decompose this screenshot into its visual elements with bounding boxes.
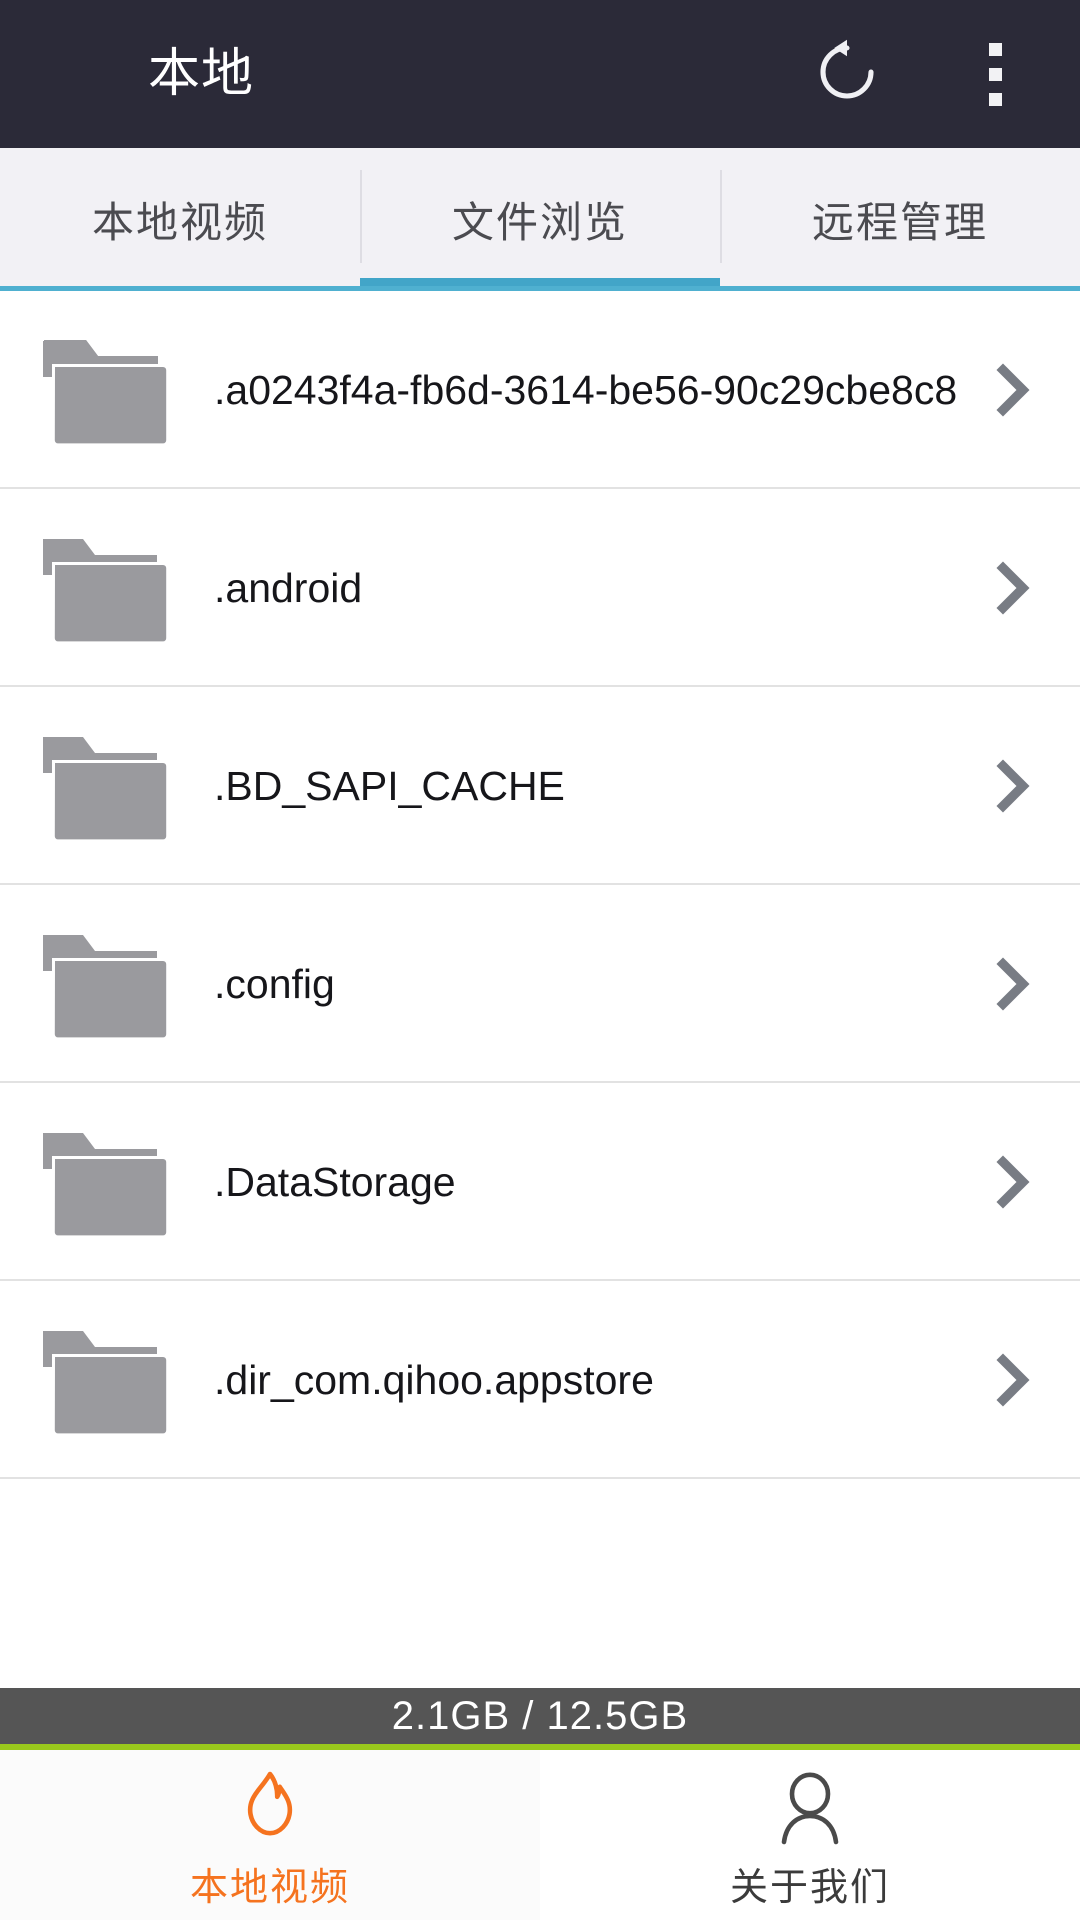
tab-label: 本地视频 — [91, 199, 268, 246]
file-list-item[interactable]: .BD_SAPI_CACHE — [0, 687, 1080, 885]
app-bar-actions — [792, 19, 1080, 129]
folder-icon — [38, 526, 178, 650]
file-name: .DataStorage — [214, 1158, 456, 1205]
chevron-right-icon[interactable] — [958, 956, 1068, 1012]
file-name: .android — [214, 564, 363, 611]
tab-underline — [0, 283, 360, 291]
file-list[interactable]: .a0243f4a-fb6d-3614-be56-90c29cbe8c83 .a… — [0, 291, 1080, 1688]
refresh-icon — [811, 36, 883, 113]
folder-icon — [38, 724, 178, 848]
chevron-right-icon[interactable] — [958, 758, 1068, 814]
chevron-right-icon[interactable] — [958, 362, 1068, 418]
file-name: .a0243f4a-fb6d-3614-be56-90c29cbe8c83 — [214, 366, 958, 413]
bottom-nav-item-local-video[interactable]: 本地视频 — [0, 1750, 540, 1920]
file-name: .dir_com.qihoo.appstore — [214, 1356, 654, 1403]
chevron-right-icon[interactable] — [958, 560, 1068, 616]
tab-remote-manage[interactable]: 远程管理 — [720, 148, 1080, 291]
file-list-item[interactable]: .config — [0, 885, 1080, 1083]
folder-icon — [38, 328, 178, 452]
app-bar: 本地 — [0, 0, 1080, 148]
refresh-button[interactable] — [792, 19, 902, 129]
person-icon — [775, 1766, 845, 1848]
tab-local-video[interactable]: 本地视频 — [0, 148, 360, 291]
storage-text: 2.1GB / 12.5GB — [391, 1693, 689, 1738]
tab-label: 远程管理 — [811, 199, 988, 246]
overflow-menu-icon — [988, 37, 1002, 112]
tab-underline-active — [360, 278, 720, 291]
file-list-item[interactable]: .DataStorage — [0, 1083, 1080, 1281]
file-list-item[interactable]: .android — [0, 489, 1080, 687]
overflow-menu-button[interactable] — [940, 19, 1050, 129]
folder-icon — [38, 922, 178, 1046]
file-list-item[interactable]: .dir_com.qihoo.appstore — [0, 1281, 1080, 1479]
tab-bar: 本地视频 文件浏览 远程管理 — [0, 148, 1080, 291]
bottom-nav-label: 本地视频 — [189, 1866, 350, 1909]
chevron-right-icon[interactable] — [958, 1154, 1068, 1210]
file-list-item[interactable]: .a0243f4a-fb6d-3614-be56-90c29cbe8c83 — [0, 291, 1080, 489]
file-name: .BD_SAPI_CACHE — [214, 762, 565, 809]
flame-icon — [235, 1766, 305, 1848]
tab-file-browse[interactable]: 文件浏览 — [360, 148, 720, 291]
folder-icon — [38, 1318, 178, 1442]
bottom-nav-item-about-us[interactable]: 关于我们 — [540, 1750, 1080, 1920]
page-title: 本地 — [148, 45, 255, 103]
storage-status-bar: 2.1GB / 12.5GB — [0, 1688, 1080, 1750]
tab-label: 文件浏览 — [451, 199, 628, 246]
file-name: .config — [214, 960, 335, 1007]
app-root: 本地 本地视频 文件浏览 远程管理 .a0243f4a-fb6d-3614-be… — [0, 0, 1080, 1920]
chevron-right-icon[interactable] — [958, 1352, 1068, 1408]
bottom-nav: 本地视频 关于我们 — [0, 1750, 1080, 1920]
folder-icon — [38, 1120, 178, 1244]
tab-underline — [720, 283, 1080, 291]
bottom-nav-label: 关于我们 — [729, 1866, 890, 1909]
